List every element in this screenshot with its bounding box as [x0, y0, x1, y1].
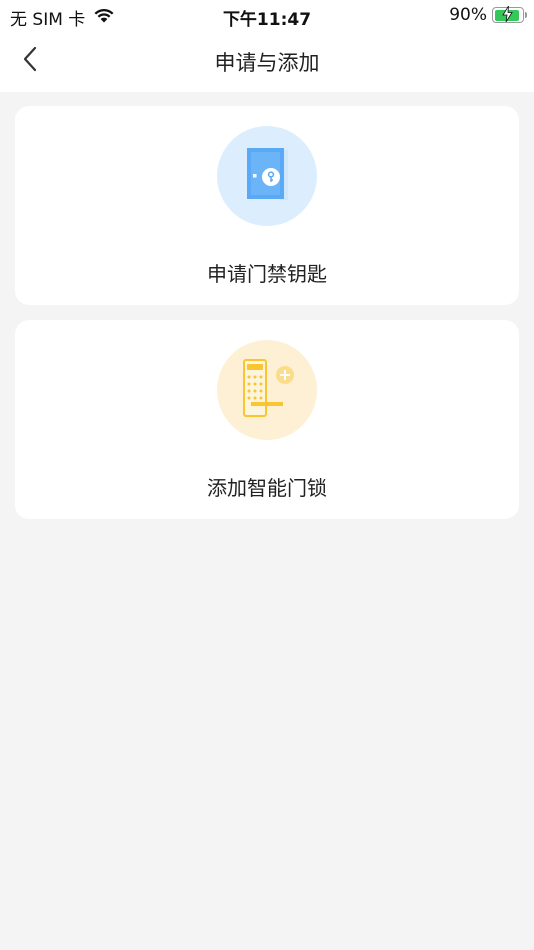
nav-bar: 申请与添加 — [0, 30, 534, 92]
card-label: 申请门禁钥匙 — [207, 262, 327, 286]
door-key-icon — [242, 147, 292, 205]
bolt-icon — [502, 6, 513, 22]
add-smart-lock-card[interactable]: 添加智能门锁 — [15, 320, 519, 519]
battery-charging-icon — [492, 6, 527, 23]
door-key-icon-circle — [217, 126, 317, 226]
page-title: 申请与添加 — [214, 51, 320, 75]
card-label: 添加智能门锁 — [207, 476, 327, 500]
battery-percent: 90% — [449, 5, 487, 25]
smart-lock-add-icon — [237, 358, 297, 422]
smart-lock-icon-circle — [217, 340, 317, 440]
apply-door-key-card[interactable]: 申请门禁钥匙 — [15, 106, 519, 305]
battery-nub — [524, 12, 527, 18]
status-bar: 无 SIM 卡 下午11:47 90% — [0, 0, 534, 30]
status-right: 90% — [449, 5, 527, 25]
